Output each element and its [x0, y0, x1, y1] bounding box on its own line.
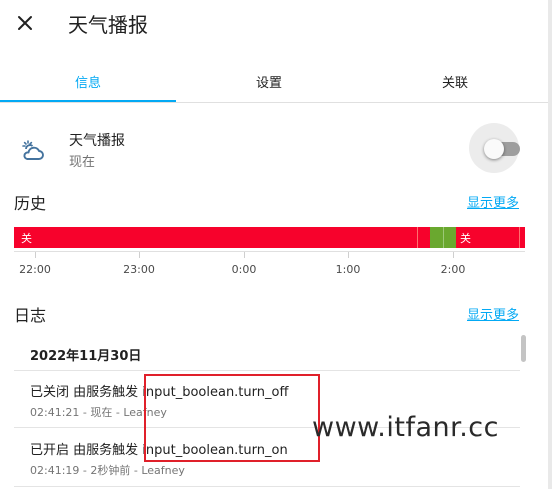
axis-tick-label: 2:00 — [440, 263, 466, 276]
annotation-highlight-box — [144, 374, 320, 462]
axis-tick — [453, 252, 454, 258]
log-divider — [14, 486, 520, 487]
tab-indicator — [0, 100, 176, 102]
tab-related[interactable]: 关联 — [362, 60, 548, 102]
axis-tick — [348, 252, 349, 258]
timeline-segment-divider — [417, 227, 418, 248]
timeline-segment-label: 关 — [460, 232, 471, 245]
log-entry-detail[interactable]: 02:41:19 - 2秒钟前 - Leafney — [30, 462, 185, 478]
history-timeline[interactable]: 关 关 — [14, 227, 525, 248]
history-show-more-link[interactable]: 显示更多 — [467, 192, 519, 211]
timeline-axis — [14, 251, 525, 252]
logbook-show-more-link[interactable]: 显示更多 — [467, 304, 519, 323]
history-title: 历史 — [14, 194, 47, 213]
close-button[interactable] — [10, 8, 40, 38]
toggle-thumb[interactable] — [484, 139, 504, 159]
tab-info[interactable]: 信息 — [0, 60, 176, 102]
tab-settings[interactable]: 设置 — [176, 60, 362, 102]
axis-tick-label: 23:00 — [123, 263, 155, 276]
dialog-title: 天气播报 — [68, 13, 148, 37]
timeline-segment-divider — [519, 227, 520, 248]
close-icon — [18, 16, 32, 30]
entity-name: 天气播报 — [69, 133, 125, 149]
timeline-segment-label: 关 — [21, 232, 32, 245]
log-date-header: 2022年11月30日 — [30, 349, 142, 364]
axis-tick-label: 22:00 — [19, 263, 51, 276]
tab-bar: 信息 设置 关联 — [0, 60, 548, 103]
axis-tick — [35, 252, 36, 258]
logbook-title: 日志 — [14, 306, 47, 325]
entity-state: 现在 — [69, 155, 96, 170]
timeline-segment-off[interactable] — [14, 227, 430, 248]
entity-row: 天气播报 现在 — [0, 118, 548, 182]
axis-tick-label: 1:00 — [335, 263, 361, 276]
timeline-segment-divider — [443, 227, 444, 248]
weather-partly-cloudy-icon — [22, 140, 44, 160]
log-divider — [14, 370, 520, 371]
axis-tick — [244, 252, 245, 258]
watermark: www.itfanr.cc — [312, 412, 499, 443]
axis-tick — [139, 252, 140, 258]
axis-tick-label: 0:00 — [231, 263, 257, 276]
logbook-scrollbar[interactable] — [521, 335, 526, 362]
dialog-header: 天气播报 — [0, 0, 548, 46]
backdrop-edge — [548, 0, 552, 489]
